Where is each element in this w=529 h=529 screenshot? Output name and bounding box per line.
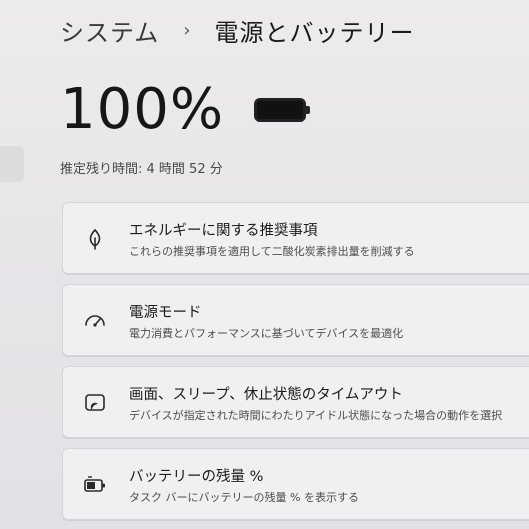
- battery-full-icon: [254, 98, 311, 122]
- screen-sleep-icon: [85, 394, 105, 411]
- battery-percent: 100%: [60, 77, 225, 142]
- breadcrumb-parent-system[interactable]: システム: [60, 13, 159, 48]
- leaf-icon: [89, 228, 101, 250]
- card-description: タスク バーにバッテリーの残量 % を表示する: [129, 491, 359, 504]
- card-title: バッテリーの残量 %: [129, 469, 264, 485]
- card-description: これらの推奨事項を適用して二酸化炭素排出量を削減する: [129, 245, 415, 258]
- card-energy-recommendations[interactable]: エネルギーに関する推奨事項 これらの推奨事項を適用して二酸化炭素排出量を削減する: [62, 202, 529, 274]
- battery-saver-icon: [84, 476, 105, 492]
- estimated-remaining-time: 推定残り時間: 4 時間 52 分: [60, 162, 223, 177]
- card-title: 画面、スリープ、休止状態のタイムアウト: [129, 387, 403, 403]
- chevron-right-icon: ›: [183, 19, 191, 41]
- battery-status: 100%: [60, 77, 311, 142]
- card-screen-sleep-timeouts[interactable]: 画面、スリープ、休止状態のタイムアウト デバイスが指定された時間にわたりアイドル…: [62, 366, 529, 438]
- card-description: デバイスが指定された時間にわたりアイドル状態になった場合の動作を選択: [129, 409, 503, 422]
- breadcrumb: システム › 電源とバッテリー: [60, 10, 414, 50]
- card-battery-percentage[interactable]: バッテリーの残量 % タスク バーにバッテリーの残量 % を表示する: [62, 448, 529, 520]
- card-title: エネルギーに関する推奨事項: [129, 223, 318, 239]
- card-title: 電源モード: [129, 305, 202, 321]
- page-title: 電源とバッテリー: [214, 18, 415, 47]
- card-power-mode[interactable]: 電源モード 電力消費とパフォーマンスに基づいてデバイスを最適化: [62, 284, 529, 356]
- power-mode-gauge-icon: [85, 315, 105, 327]
- nav-rail-selection: [0, 146, 24, 182]
- card-description: 電力消費とパフォーマンスに基づいてデバイスを最適化: [129, 327, 404, 340]
